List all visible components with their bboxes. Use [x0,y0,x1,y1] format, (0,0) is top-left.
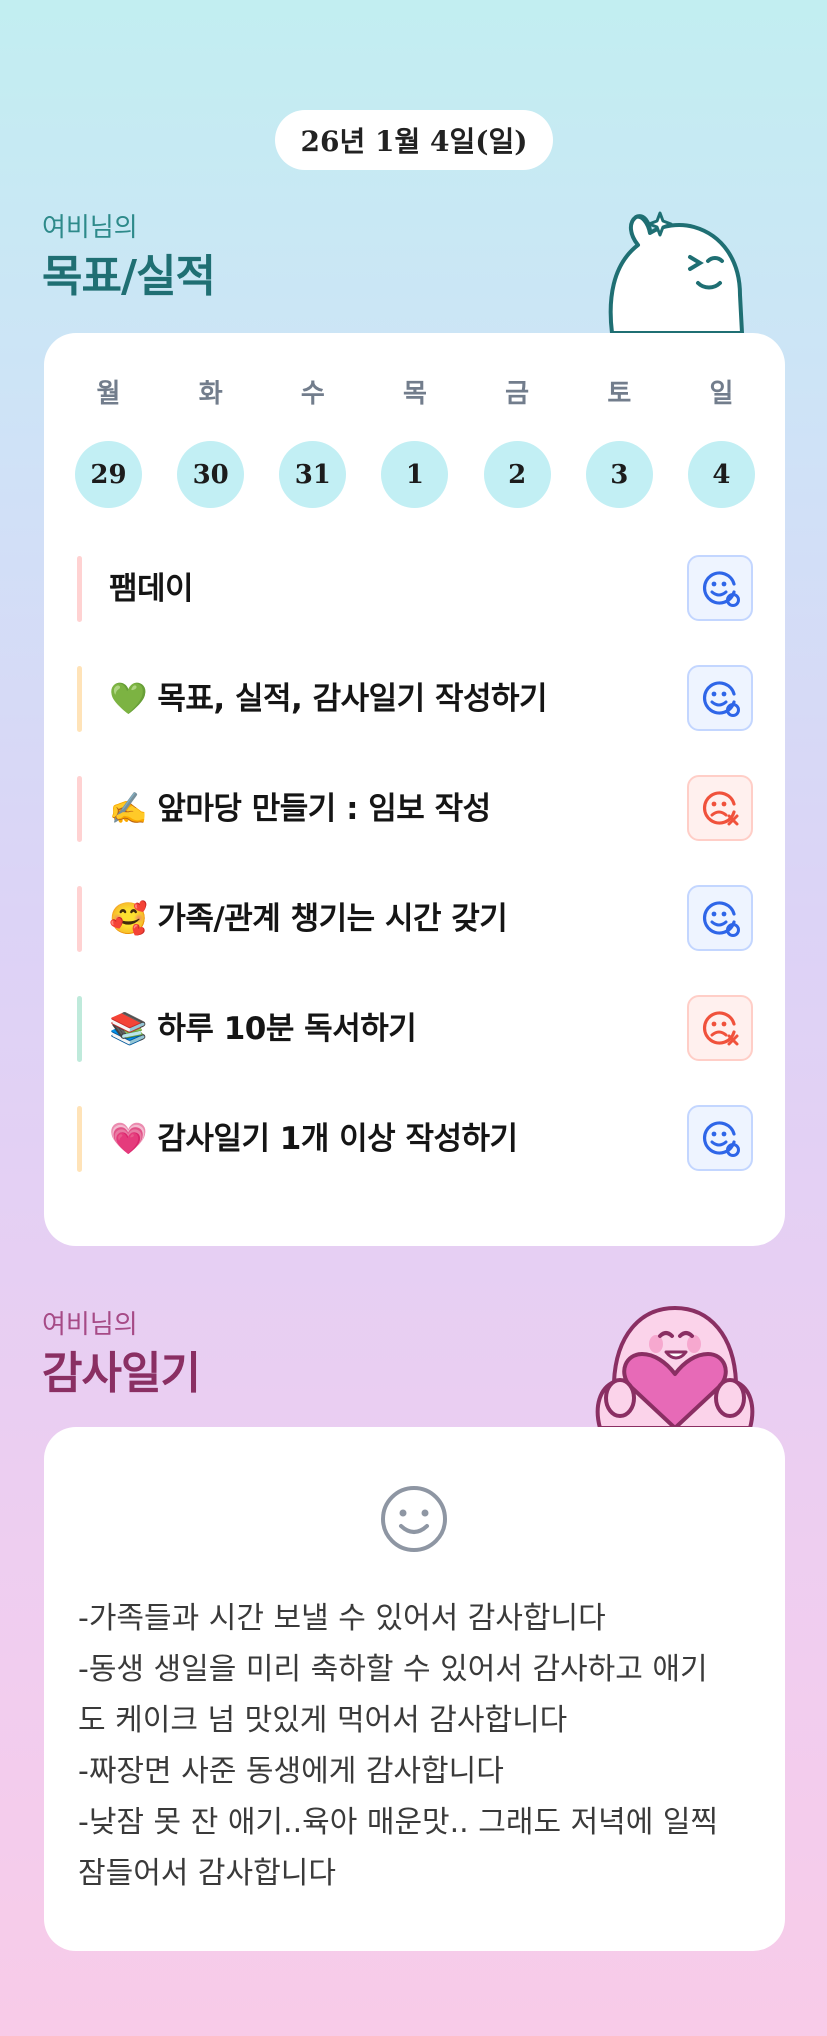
gratitude-line: 잠들어서 감사합니다 [78,1856,336,1891]
gratitude-line: -짜장면 사준 동생에게 감사합니다 [78,1754,504,1789]
goals-card: 월 화 수 목 금 토 일 29 30 31 1 2 3 4 팸데이 💚 목표,… [44,333,785,1246]
smile-face-icon[interactable] [378,1483,450,1555]
gratitude-card: -가족들과 시간 보낼 수 있어서 감사합니다 -동생 생일을 미리 축하할 수… [44,1427,785,1951]
smile-check-icon [703,1121,740,1157]
weekday-label: 일 [709,379,734,409]
smile-check-icon [703,571,740,607]
sad-x-icon [703,1011,739,1046]
goal-color-bar [77,886,82,952]
goal-label: 팸데이 [109,571,194,607]
heart-mascot-icon [595,1306,755,1428]
goal-status-button[interactable] [687,775,753,841]
gratitude-line: -낮잠 못 잔 애기..육아 매운맛.. 그래도 저녁에 일찍 [78,1805,719,1840]
goals-section-subtitle: 여비님의 [42,213,138,243]
goal-status-button[interactable] [687,1105,753,1171]
date-circle[interactable]: 2 [483,441,551,508]
weekday-label: 금 [505,379,530,409]
goal-item[interactable]: 💗 감사일기 1개 이상 작성하기 [77,1104,753,1174]
weekday-label: 토 [607,379,632,409]
date-circle[interactable]: 31 [279,441,347,508]
goal-status-button[interactable] [687,555,753,621]
gratitude-line: -동생 생일을 미리 축하할 수 있어서 감사하고 애기 [78,1652,708,1687]
gratitude-line: -가족들과 시간 보낼 수 있어서 감사합니다 [78,1601,606,1636]
smile-check-icon [703,901,740,937]
weekday-label: 목 [403,379,427,409]
goal-color-bar [77,996,82,1062]
goal-color-bar [77,666,82,732]
weekday-label: 수 [300,379,325,409]
goal-label: 📚 하루 10분 독서하기 [109,1011,417,1047]
sad-x-icon [703,791,739,826]
gratitude-entry: -가족들과 시간 보낼 수 있어서 감사합니다 -동생 생일을 미리 축하할 수… [78,1593,768,1899]
gratitude-line: 도 케이크 넘 맛있게 먹어서 감사합니다 [78,1703,568,1738]
goal-item[interactable]: 📚 하루 10분 독서하기 [77,994,753,1064]
goal-color-bar [77,1106,82,1172]
goal-item[interactable]: 🥰 가족/관계 챙기는 시간 갖기 [77,884,753,954]
goal-status-button[interactable] [687,885,753,951]
weekday-label: 화 [198,379,223,409]
date-circle[interactable]: 3 [585,441,653,508]
goal-status-button[interactable] [687,995,753,1061]
goal-label: ✍️ 앞마당 만들기 : 임보 작성 [109,791,491,827]
gratitude-section-title: 감사일기 [42,1348,201,1399]
weekday-row: 월 화 수 목 금 토 일 [75,373,755,410]
gratitude-section-subtitle: 여비님의 [42,1310,138,1340]
goal-label: 💚 목표, 실적, 감사일기 작성하기 [109,681,548,717]
date-circle[interactable]: 4 [687,441,755,508]
goal-color-bar [77,776,82,842]
date-circle[interactable]: 1 [381,441,449,508]
goal-label: 💗 감사일기 1개 이상 작성하기 [109,1121,518,1157]
goal-item[interactable]: 팸데이 [77,554,753,624]
weekday-label: 월 [96,379,121,409]
date-circle[interactable]: 30 [177,441,245,508]
ghost-mascot-icon [608,211,744,333]
date-row: 29 30 31 1 2 3 4 [75,441,755,508]
goal-label: 🥰 가족/관계 챙기는 시간 갖기 [109,901,508,937]
goals-section-title: 목표/실적 [42,251,216,302]
goal-item[interactable]: 💚 목표, 실적, 감사일기 작성하기 [77,664,753,734]
goal-status-button[interactable] [687,665,753,731]
smile-check-icon [703,681,740,717]
date-pill[interactable]: 26년 1월 4일(일) [275,110,553,170]
date-circle[interactable]: 29 [75,441,142,508]
date-label: 26년 1월 4일(일) [300,125,528,158]
goal-color-bar [77,556,82,622]
goal-item[interactable]: ✍️ 앞마당 만들기 : 임보 작성 [77,774,753,844]
